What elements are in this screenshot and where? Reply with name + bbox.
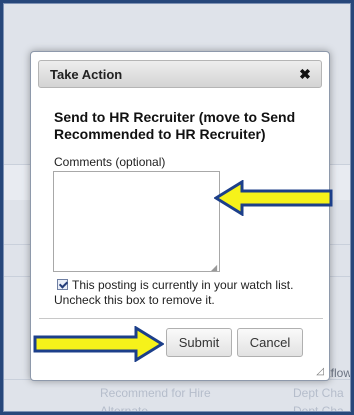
dialog-title: Take Action — [50, 67, 123, 82]
watch-list-checkbox[interactable] — [57, 279, 68, 290]
comments-label: Comments (optional) — [54, 155, 166, 169]
dialog-resize-grip-icon[interactable]: ◿ — [316, 366, 324, 377]
cancel-button[interactable]: Cancel — [237, 328, 303, 357]
submit-button[interactable]: Submit — [166, 328, 232, 357]
background-row-status: Alternate — [100, 404, 149, 412]
annotation-arrow-right-icon — [33, 326, 164, 362]
background-row-workflow: Dept Cha — [293, 404, 344, 412]
background-row-status: Recommend for Hire — [100, 386, 211, 400]
comments-textarea[interactable] — [53, 171, 220, 272]
annotation-arrow-left-icon — [214, 180, 333, 216]
watch-list-row: This posting is currently in your watch … — [54, 278, 314, 308]
dialog-header: Take Action ✖ — [38, 60, 322, 88]
action-heading: Send to HR Recruiter (move to Send Recom… — [54, 109, 296, 142]
textarea-resize-grip-icon[interactable]: ◢ — [211, 263, 217, 272]
dialog-divider — [39, 318, 323, 319]
background-row-workflow: Dept Cha — [293, 386, 344, 400]
watch-list-text: This posting is currently in your watch … — [54, 278, 294, 307]
close-icon[interactable]: ✖ — [297, 65, 313, 83]
